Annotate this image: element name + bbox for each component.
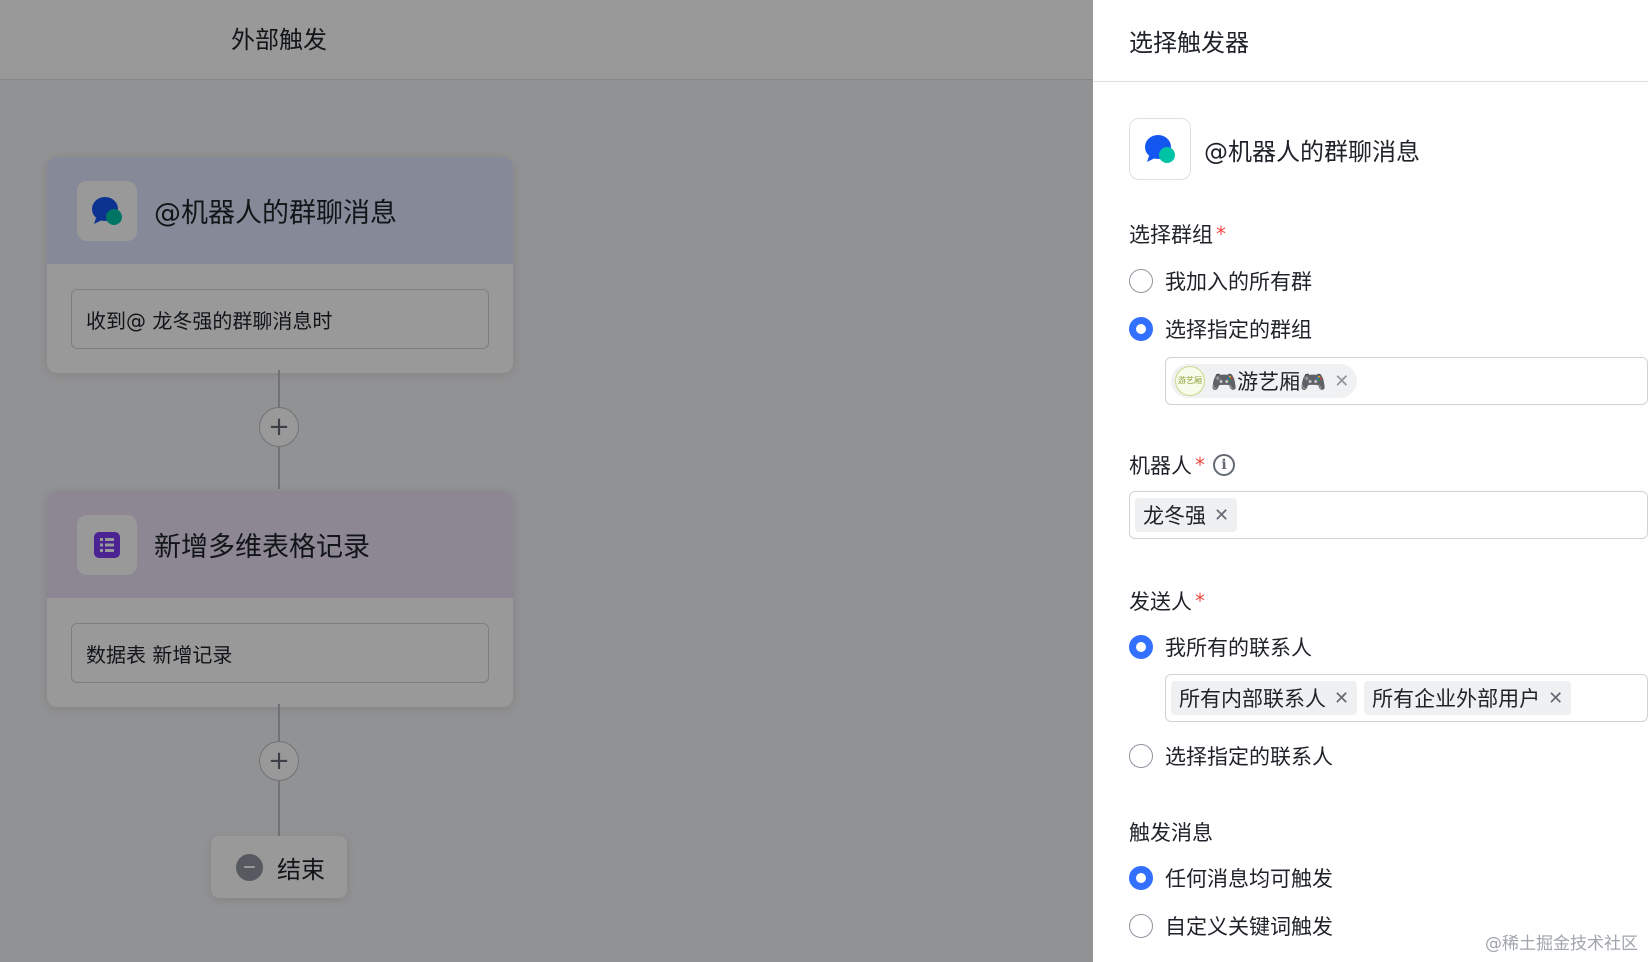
radio-all-contacts[interactable]: 我所有的联系人: [1129, 632, 1312, 662]
required-mark: *: [1216, 222, 1226, 246]
radio-label: 自定义关键词触发: [1165, 915, 1333, 939]
radio-button-selected[interactable]: [1129, 866, 1153, 890]
radio-button[interactable]: [1129, 914, 1153, 938]
panel-title: 选择触发器: [1129, 29, 1249, 57]
remove-tag-icon[interactable]: ✕: [1334, 688, 1349, 709]
selected-trigger[interactable]: @机器人的群聊消息: [1129, 118, 1420, 180]
sender-section-label: 发送人 *: [1129, 589, 1205, 614]
radio-specified-groups[interactable]: 选择指定的群组: [1129, 314, 1312, 344]
radio-specified-contacts[interactable]: 选择指定的联系人: [1129, 741, 1333, 771]
group-avatar: 游艺厢: [1175, 366, 1205, 396]
remove-tag-icon[interactable]: ✕: [1548, 688, 1563, 709]
group-section-label: 选择群组 *: [1129, 222, 1226, 247]
robot-select-field[interactable]: 龙冬强 ✕: [1129, 491, 1648, 539]
radio-button-selected[interactable]: [1129, 317, 1153, 341]
radio-button-selected[interactable]: [1129, 635, 1153, 659]
remove-tag-icon[interactable]: ✕: [1214, 505, 1229, 526]
panel-header: 选择触发器: [1093, 0, 1648, 82]
required-mark: *: [1195, 589, 1205, 613]
message-section-label: 触发消息: [1129, 821, 1213, 845]
selected-trigger-title: @机器人的群聊消息: [1204, 137, 1420, 166]
robot-section-label: 机器人 * i: [1129, 450, 1235, 480]
sender-tag: 所有内部联系人 ✕: [1171, 681, 1358, 715]
radio-button[interactable]: [1129, 744, 1153, 768]
radio-label: 我加入的所有群: [1165, 270, 1312, 294]
radio-label: 我所有的联系人: [1165, 636, 1312, 660]
radio-button[interactable]: [1129, 269, 1153, 293]
chat-bubble-icon: [1129, 118, 1191, 180]
remove-tag-icon[interactable]: ✕: [1334, 371, 1349, 392]
group-select-field[interactable]: 游艺厢 🎮游艺厢🎮 ✕: [1165, 357, 1648, 405]
modal-overlay[interactable]: [0, 0, 1093, 962]
info-icon[interactable]: i: [1213, 454, 1235, 476]
group-tag: 游艺厢 🎮游艺厢🎮 ✕: [1171, 364, 1358, 398]
sender-tag-label: 所有内部联系人: [1179, 687, 1326, 711]
robot-tag-label: 龙冬强: [1143, 504, 1206, 528]
trigger-panel: 选择触发器 @机器人的群聊消息 选择群组 * 我加入的所有群 选择指定的群组 游艺…: [1093, 0, 1648, 962]
watermark: @稀土掘金技术社区: [1485, 934, 1638, 954]
radio-any-message[interactable]: 任何消息均可触发: [1129, 863, 1333, 893]
flow-canvas: 外部触发 @机器人的群聊消息 收到@ 龙冬强的群聊消息时 + 新增多维表格记录 …: [0, 0, 1093, 962]
radio-all-groups[interactable]: 我加入的所有群: [1129, 266, 1312, 296]
sender-select-field[interactable]: 所有内部联系人 ✕ 所有企业外部用户 ✕: [1165, 674, 1648, 722]
group-tag-label: 🎮游艺厢🎮: [1211, 370, 1327, 394]
robot-tag: 龙冬强 ✕: [1135, 498, 1238, 532]
radio-label: 任何消息均可触发: [1165, 867, 1333, 891]
radio-keyword-message[interactable]: 自定义关键词触发: [1129, 911, 1333, 941]
sender-tag-label: 所有企业外部用户: [1372, 687, 1541, 711]
required-mark: *: [1195, 453, 1205, 477]
sender-tag: 所有企业外部用户 ✕: [1364, 681, 1572, 715]
radio-label: 选择指定的群组: [1165, 318, 1312, 342]
radio-label: 选择指定的联系人: [1165, 745, 1333, 769]
